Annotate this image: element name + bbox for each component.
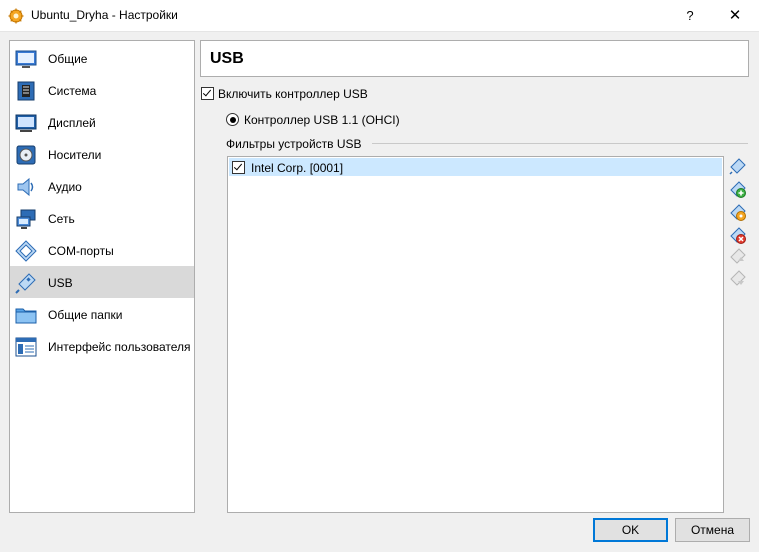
enable-usb-checkbox[interactable]	[201, 87, 214, 100]
virtualbox-app-icon	[8, 8, 24, 24]
sidebar-item-label: Система	[48, 84, 97, 98]
audio-icon	[17, 177, 34, 197]
usb-filter-list[interactable]: Intel Corp. [0001]	[227, 156, 724, 513]
sidebar-item-system[interactable]: Система	[10, 74, 194, 106]
move-filter-up-icon[interactable]	[729, 248, 746, 265]
move-filter-down-icon[interactable]	[729, 270, 746, 287]
sidebar-item-display[interactable]: Дисплей	[10, 106, 194, 138]
sidebar-item-user-interface[interactable]: Интерфейс пользователя	[10, 330, 194, 362]
usb-filters-label: Фильтры устройств USB	[226, 137, 362, 151]
usb11-radio[interactable]	[226, 113, 239, 126]
sidebar-item-label: Сеть	[48, 212, 75, 226]
sidebar-item-serial-ports[interactable]: COM-порты	[10, 234, 194, 266]
edit-filter-icon[interactable]	[729, 204, 746, 221]
help-button[interactable]: ?	[676, 4, 704, 28]
user-interface-icon	[15, 337, 37, 357]
general-icon	[15, 50, 37, 68]
title-bar: Ubuntu_Dryha - Настройки ? ✕	[0, 0, 759, 32]
sidebar-item-usb[interactable]: USB	[10, 266, 194, 298]
remove-filter-icon[interactable]	[729, 227, 746, 244]
system-icon	[17, 81, 35, 101]
storage-icon	[16, 145, 36, 165]
group-divider	[372, 143, 748, 144]
add-empty-filter-icon[interactable]	[729, 158, 746, 175]
page-header: USB	[200, 40, 749, 77]
add-filter-from-device-icon[interactable]	[729, 181, 746, 198]
network-icon	[16, 209, 36, 229]
sidebar-item-label: Аудио	[48, 180, 82, 194]
sidebar-item-label: COM-порты	[48, 244, 114, 258]
sidebar-item-audio[interactable]: Аудио	[10, 170, 194, 202]
display-icon	[15, 114, 37, 132]
sidebar-item-shared-folders[interactable]: Общие папки	[10, 298, 194, 330]
sidebar-item-general[interactable]: Общие	[10, 42, 194, 74]
serial-ports-icon	[15, 240, 37, 262]
sidebar-item-label: Общие папки	[48, 308, 123, 322]
filter-enabled-checkbox[interactable]	[232, 161, 245, 174]
filter-label: Intel Corp. [0001]	[251, 161, 344, 175]
cancel-button[interactable]: Отмена	[675, 518, 750, 542]
page-title: USB	[210, 50, 244, 67]
sidebar-item-label: Интерфейс пользователя	[48, 340, 191, 354]
shared-folders-icon	[15, 308, 37, 324]
sidebar-item-label: USB	[48, 276, 73, 290]
usb-icon	[15, 273, 36, 294]
sidebar-item-label: Дисплей	[48, 116, 96, 130]
sidebar-item-storage[interactable]: Носители	[10, 138, 194, 170]
close-button[interactable]: ✕	[720, 4, 750, 28]
filter-row[interactable]: Intel Corp. [0001]	[229, 158, 722, 176]
enable-usb-label[interactable]: Включить контроллер USB	[218, 87, 368, 101]
ok-button[interactable]: OK	[593, 518, 668, 542]
sidebar-item-label: Общие	[48, 52, 88, 66]
sidebar-item-label: Носители	[48, 148, 102, 162]
sidebar-item-network[interactable]: Сеть	[10, 202, 194, 234]
usb11-label[interactable]: Контроллер USB 1.1 (OHCI)	[244, 113, 400, 127]
settings-sidebar: Общие Система Дисплей Носители Аудио Сет…	[9, 40, 195, 513]
window-title: Ubuntu_Dryha - Настройки	[31, 8, 178, 22]
